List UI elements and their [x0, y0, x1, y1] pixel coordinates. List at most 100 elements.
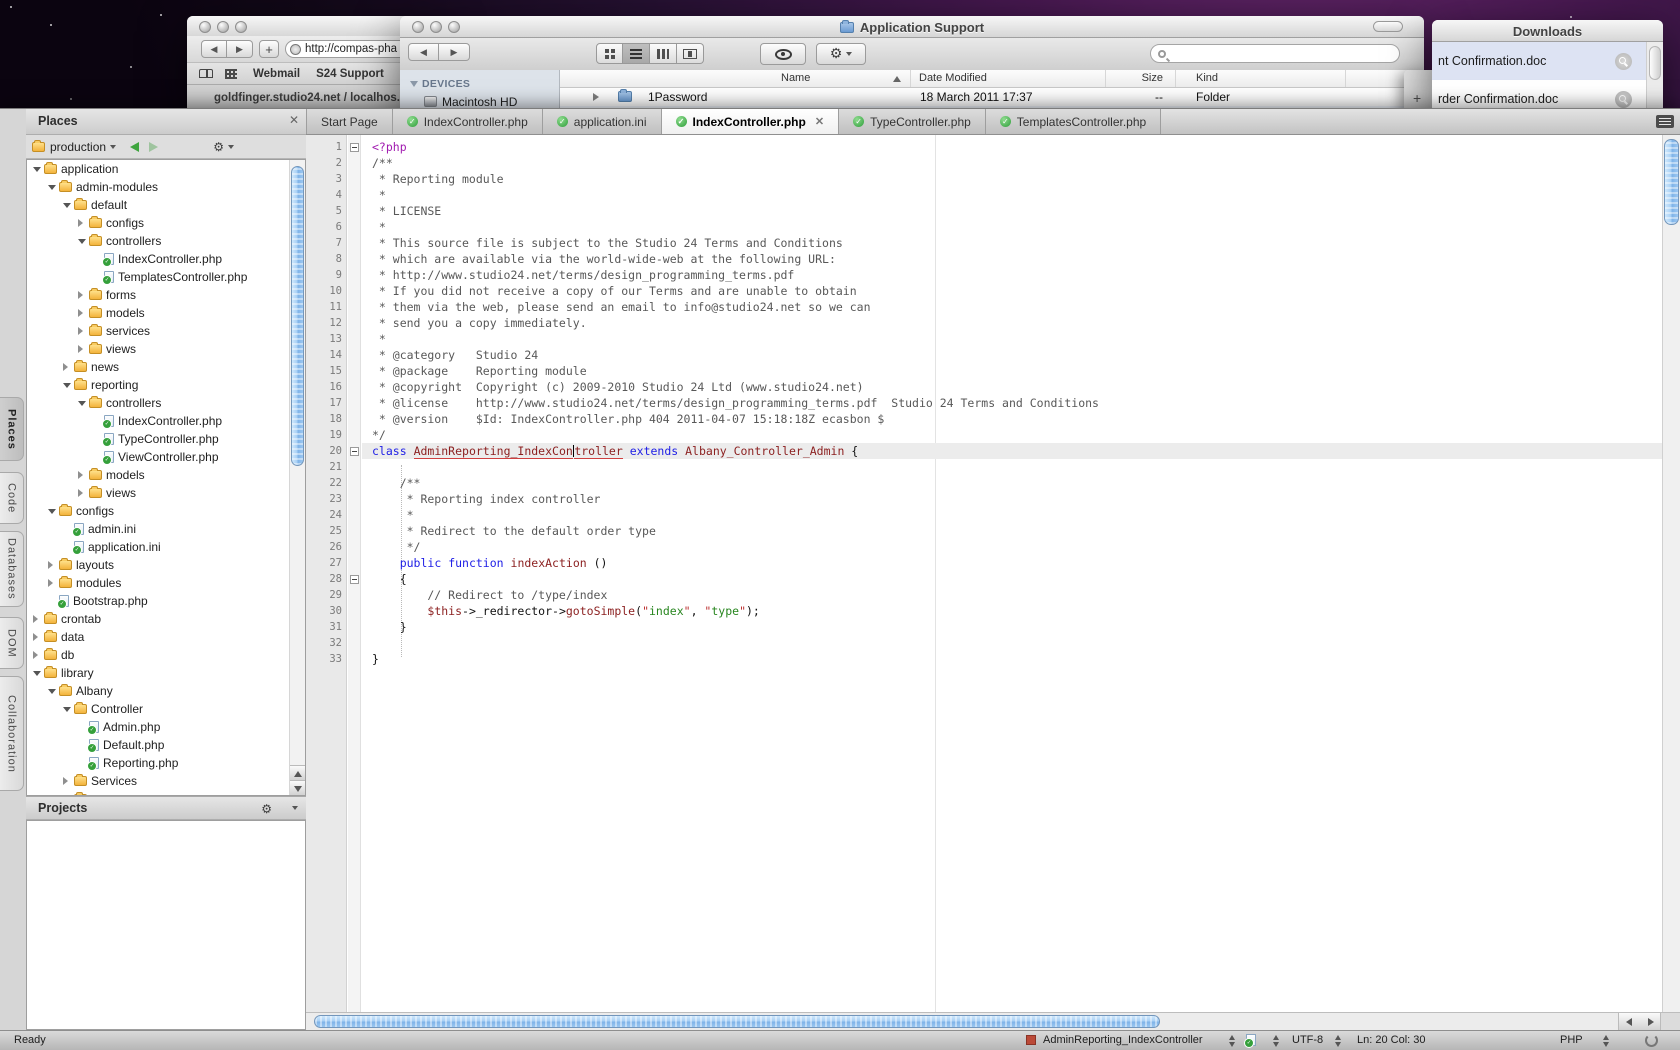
tree-disclosure-icon[interactable]: [78, 327, 89, 335]
downloads-scrollbar[interactable]: [1646, 42, 1663, 112]
tree-disclosure-icon[interactable]: [78, 219, 89, 227]
fold-marker-icon[interactable]: [350, 447, 359, 456]
tree-item[interactable]: controllers: [27, 232, 305, 250]
code-line[interactable]: 29 // Redirect to /type/index: [306, 587, 1662, 603]
code-line[interactable]: 11 * them via the web, please send an em…: [306, 299, 1662, 315]
code-line[interactable]: 26 */: [306, 539, 1662, 555]
tree-disclosure-icon[interactable]: [78, 239, 89, 244]
tree-item[interactable]: Controller: [27, 700, 305, 718]
editor-tab[interactable]: TypeController.php: [839, 109, 986, 134]
finder-forward-button[interactable]: ▶: [439, 43, 470, 61]
column-view-icon[interactable]: [650, 43, 677, 64]
tree-disclosure-icon[interactable]: [63, 363, 74, 371]
code-line[interactable]: 13 *: [306, 331, 1662, 347]
action-menu-button[interactable]: ⚙: [816, 43, 866, 65]
browser-back-button[interactable]: ◀: [201, 40, 227, 58]
tree-disclosure-icon[interactable]: [78, 345, 89, 353]
tree-item[interactable]: layouts: [27, 556, 305, 574]
tab-overflow-menu-icon[interactable]: [1656, 115, 1674, 128]
fold-marker-icon[interactable]: [350, 575, 359, 584]
tree-item[interactable]: controllers: [27, 394, 305, 412]
tree-item[interactable]: ViewController.php: [27, 448, 305, 466]
places-tree-scrollbar[interactable]: [289, 160, 305, 795]
editor-vertical-scrollbar[interactable]: [1662, 135, 1680, 1012]
tree-disclosure-icon[interactable]: [33, 615, 44, 623]
tree-item[interactable]: configs: [27, 214, 305, 232]
code-line[interactable]: 31 }: [306, 619, 1662, 635]
minimize-traffic-light-icon[interactable]: [217, 21, 229, 33]
places-root-dropdown[interactable]: production: [32, 140, 116, 154]
side-tab-databases[interactable]: Databases: [0, 531, 24, 607]
devices-disclosure-icon[interactable]: [410, 81, 418, 87]
code-line[interactable]: 23 * Reporting index controller: [306, 491, 1662, 507]
scrollbar-thumb[interactable]: [314, 1015, 1160, 1028]
tree-item[interactable]: news: [27, 358, 305, 376]
editor-tab[interactable]: Start Page: [306, 109, 393, 134]
quick-look-button[interactable]: [760, 43, 806, 65]
tree-item[interactable]: views: [27, 340, 305, 358]
status-encoding[interactable]: UTF-8: [1292, 1034, 1323, 1046]
tree-item[interactable]: Default.php: [27, 736, 305, 754]
tree-disclosure-icon[interactable]: [48, 561, 59, 569]
code-line[interactable]: 28 {: [306, 571, 1662, 587]
tree-disclosure-icon[interactable]: [33, 633, 44, 641]
code-line[interactable]: 33}: [306, 651, 1662, 667]
scrollbar-thumb[interactable]: [291, 166, 304, 466]
tree-item[interactable]: default: [27, 196, 305, 214]
tree-disclosure-icon[interactable]: [33, 651, 44, 659]
tree-item[interactable]: modules: [27, 574, 305, 592]
encoding-stepper-icon[interactable]: [1334, 1035, 1342, 1047]
scroll-down-arrow-icon[interactable]: [290, 780, 305, 795]
editor-tab[interactable]: IndexController.php: [393, 109, 543, 134]
code-line[interactable]: 1<?php: [306, 139, 1662, 155]
scroll-up-arrow-icon[interactable]: [290, 765, 305, 780]
code-line[interactable]: 27 public function indexAction (): [306, 555, 1662, 571]
tree-disclosure-icon[interactable]: [33, 167, 44, 172]
tree-disclosure-icon[interactable]: [63, 777, 74, 785]
places-gear-menu[interactable]: ⚙: [213, 140, 234, 154]
file-status-icon[interactable]: [1246, 1034, 1256, 1046]
scrollbar-thumb[interactable]: [1664, 139, 1679, 225]
code-line[interactable]: 25 * Redirect to the default order type: [306, 523, 1662, 539]
tree-item[interactable]: reporting: [27, 376, 305, 394]
sidebar-item-macintosh-hd[interactable]: Macintosh HD: [442, 95, 517, 109]
tree-disclosure-icon[interactable]: [48, 689, 59, 694]
tree-item[interactable]: admin.ini: [27, 520, 305, 538]
close-icon[interactable]: ✕: [287, 113, 301, 127]
icon-view-icon[interactable]: [596, 43, 623, 64]
editor-tab[interactable]: IndexController.php✕: [662, 109, 840, 134]
chevron-down-icon[interactable]: [292, 806, 298, 810]
top-sites-grid-icon[interactable]: [225, 69, 237, 79]
code-line[interactable]: 7 * This source file is subject to the S…: [306, 235, 1662, 251]
tree-disclosure-icon[interactable]: [78, 309, 89, 317]
bookmarks-book-icon[interactable]: [199, 69, 213, 78]
tree-item[interactable]: application.ini: [27, 538, 305, 556]
column-header-name[interactable]: Name: [781, 72, 810, 84]
tree-item[interactable]: admin-modules: [27, 178, 305, 196]
syntax-status-icon[interactable]: [1026, 1035, 1036, 1045]
code-line[interactable]: 12 * send you a copy immediately.: [306, 315, 1662, 331]
tree-disclosure-icon[interactable]: [78, 471, 89, 479]
tree-item[interactable]: Reporting.php: [27, 754, 305, 772]
tree-item[interactable]: configs: [27, 502, 305, 520]
tree-item[interactable]: db: [27, 646, 305, 664]
finder-search-field[interactable]: [1150, 44, 1400, 63]
bookmark-webmail[interactable]: Webmail: [253, 68, 300, 80]
tree-item[interactable]: data: [27, 628, 305, 646]
tree-item[interactable]: crontab: [27, 610, 305, 628]
tree-item[interactable]: library: [27, 664, 305, 682]
fold-marker-icon[interactable]: [350, 143, 359, 152]
editor-horizontal-scrollbar[interactable]: [306, 1012, 1680, 1030]
code-line[interactable]: 24 *: [306, 507, 1662, 523]
tree-disclosure-icon[interactable]: [78, 401, 89, 406]
tree-item[interactable]: services: [27, 322, 305, 340]
toolbar-toggle-capsule[interactable]: [1373, 21, 1403, 32]
status-current-symbol[interactable]: AdminReporting_IndexController: [1043, 1034, 1203, 1046]
tree-item[interactable]: forms: [27, 286, 305, 304]
side-tab-collaboration[interactable]: Collaboration: [0, 676, 24, 791]
finder-back-button[interactable]: ◀: [408, 43, 439, 61]
tree-item[interactable]: Bootstrap.php: [27, 592, 305, 610]
zoom-traffic-light-icon[interactable]: [235, 21, 247, 33]
tree-item[interactable]: Albany: [27, 682, 305, 700]
tree-item[interactable]: application: [27, 160, 305, 178]
